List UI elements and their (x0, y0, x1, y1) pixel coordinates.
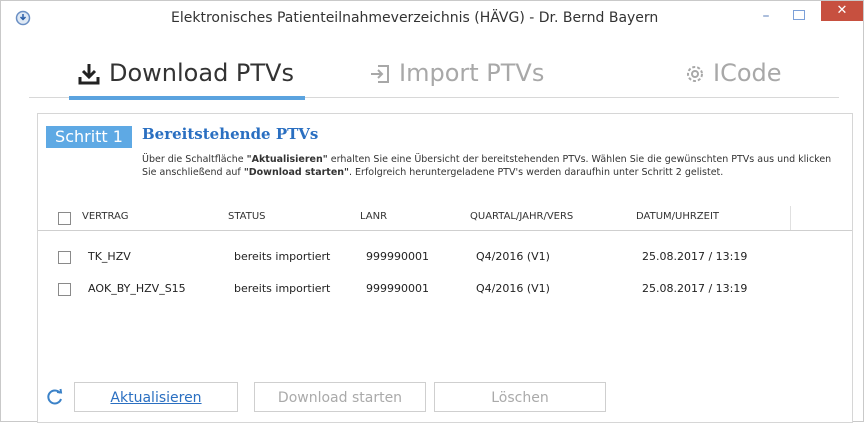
cell-vertrag: TK_HZV (88, 250, 131, 263)
cell-lanr: 999990001 (366, 250, 429, 263)
cell-quartal: Q4/2016 (V1) (476, 250, 550, 263)
tab-label: Download PTVs (109, 59, 294, 87)
maximize-icon (793, 10, 805, 20)
minimize-button[interactable]: – (753, 9, 779, 29)
cell-vertrag: AOK_BY_HZV_S15 (88, 282, 186, 295)
delete-button[interactable]: Löschen (434, 382, 606, 412)
cell-status: bereits importiert (234, 250, 331, 263)
app-icon (15, 10, 31, 26)
cell-datum: 25.08.2017 / 13:19 (642, 250, 748, 263)
step-badge: Schritt 1 (46, 126, 132, 148)
gear-icon (687, 66, 703, 82)
desc-text: . Erfolgreich heruntergeladene PTV's wer… (349, 166, 724, 178)
table-header: VERTRAG STATUS LANR QUARTAL/JAHR/VERS DA… (38, 206, 852, 231)
tab-label: Import PTVs (399, 59, 545, 87)
column-header-lanr[interactable]: LANR (360, 211, 387, 222)
download-icon (78, 64, 100, 85)
row-checkbox[interactable] (58, 251, 71, 264)
column-header-datum[interactable]: DATUM/UHRZEIT (636, 211, 719, 222)
tab-label: ICode (713, 59, 782, 87)
app-window: Elektronisches Patienteilnahmeverzeichni… (0, 0, 864, 423)
column-divider (790, 206, 791, 230)
window-title: Elektronisches Patienteilnahmeverzeichni… (171, 10, 659, 26)
tab-import-ptvs[interactable]: Import PTVs (369, 59, 544, 95)
step-title: Bereitstehende PTVs (142, 125, 319, 143)
table-row[interactable]: AOK_BY_HZV_S15 bereits importiert 999990… (38, 274, 852, 304)
maximize-button[interactable] (785, 7, 811, 27)
desc-bold: "Aktualisieren" (246, 154, 328, 165)
cell-quartal: Q4/2016 (V1) (476, 282, 550, 295)
column-header-vertrag[interactable]: VERTRAG (82, 211, 128, 222)
column-header-status[interactable]: STATUS (228, 211, 266, 222)
desc-text: Über die Schaltfläche (142, 154, 247, 165)
tab-download-ptvs[interactable]: Download PTVs (77, 59, 294, 95)
close-button[interactable]: ✕ (821, 1, 863, 21)
step-panel: Schritt 1 Bereitstehende PTVs Über die S… (37, 113, 853, 423)
tab-icode[interactable]: ICode (685, 59, 782, 95)
cell-status: bereits importiert (234, 282, 331, 295)
active-tab-indicator (69, 96, 305, 100)
download-start-button[interactable]: Download starten (254, 382, 426, 412)
tab-bar: Download PTVs Import PTVs ICode (29, 37, 839, 100)
cell-datum: 25.08.2017 / 13:19 (642, 282, 748, 295)
refresh-button[interactable]: Aktualisieren (74, 382, 238, 412)
row-checkbox[interactable] (58, 283, 71, 296)
step-description: Über die Schaltfläche "Aktualisieren" er… (142, 154, 842, 179)
import-icon (371, 65, 389, 83)
select-all-checkbox[interactable] (58, 212, 71, 225)
title-bar: Elektronisches Patienteilnahmeverzeichni… (1, 1, 863, 35)
cell-lanr: 999990001 (366, 282, 429, 295)
column-header-quartal[interactable]: QUARTAL/JAHR/VERS (470, 211, 573, 222)
desc-bold: "Download starten" (243, 166, 350, 178)
table-row[interactable]: TK_HZV bereits importiert 999990001 Q4/2… (38, 242, 852, 272)
refresh-icon[interactable] (46, 388, 64, 406)
